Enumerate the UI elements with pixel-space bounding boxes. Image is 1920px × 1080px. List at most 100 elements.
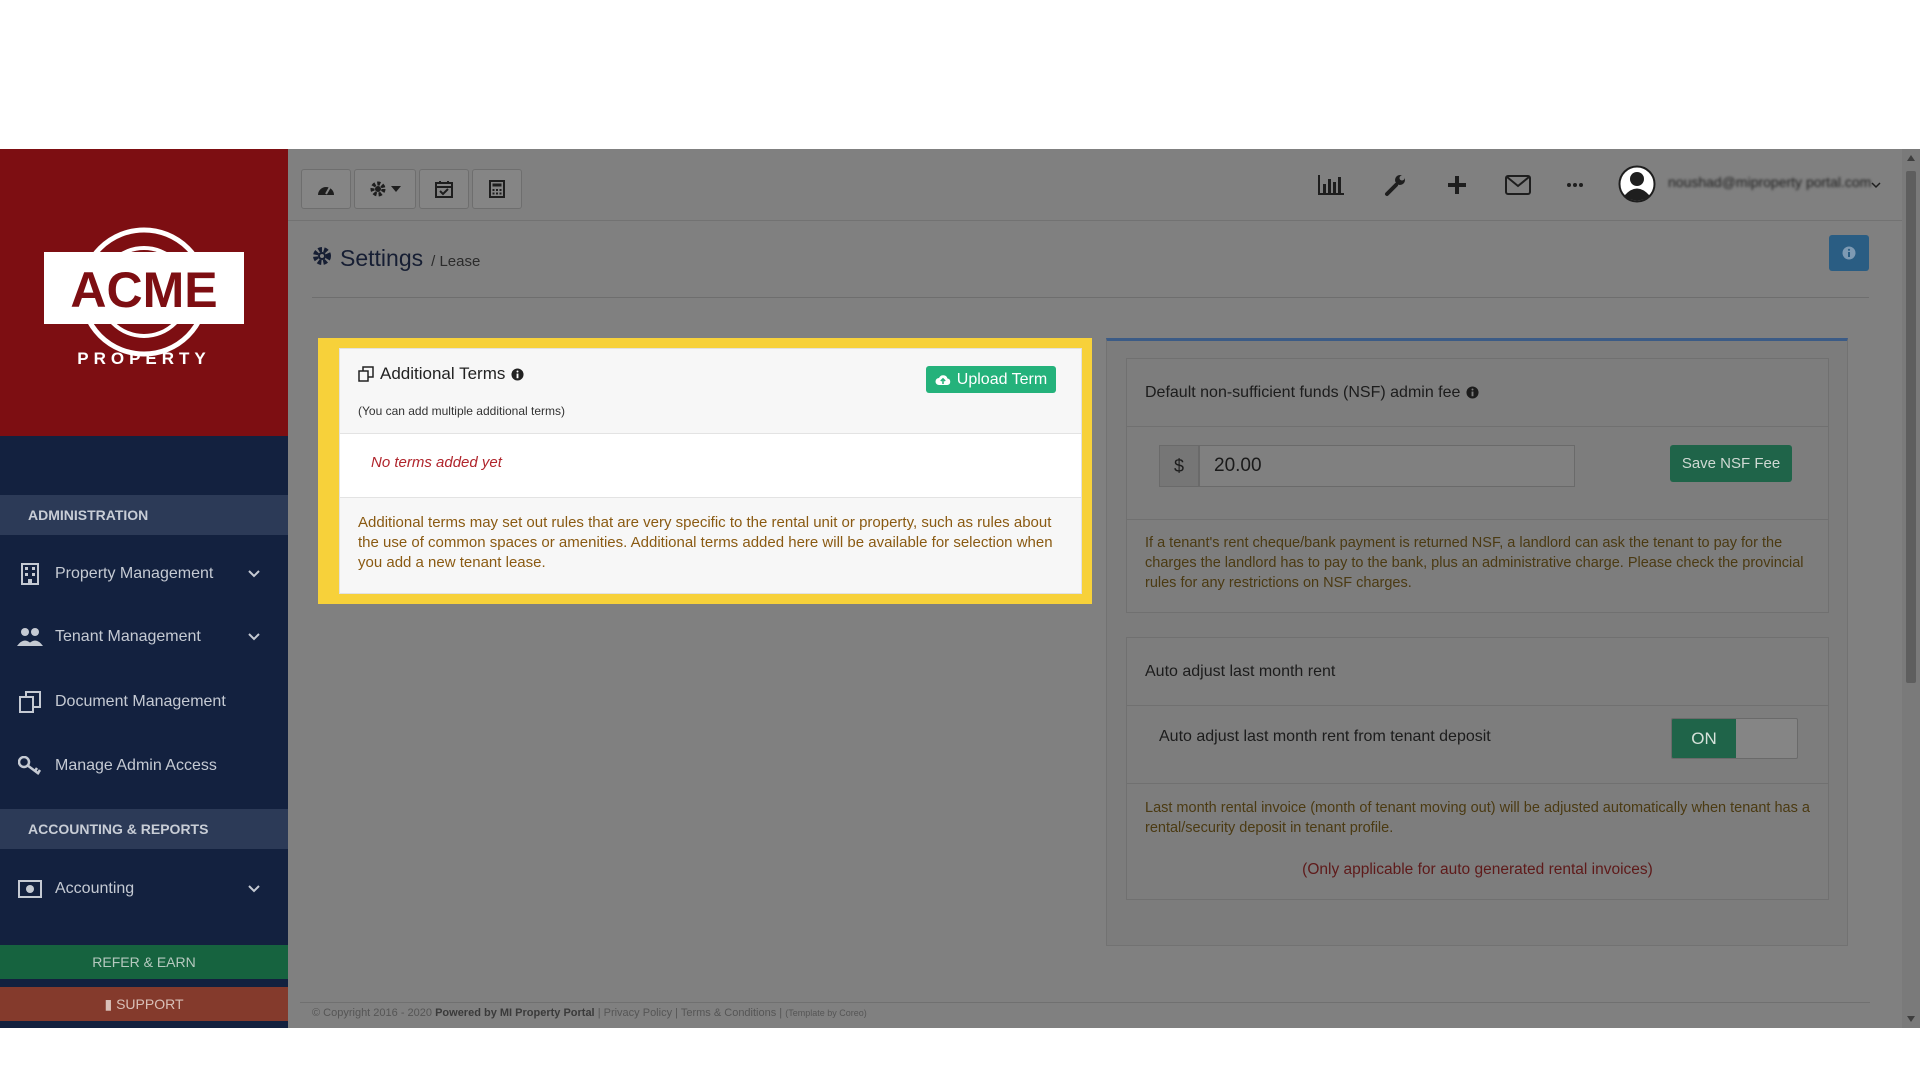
page-title: Settings [340,245,424,271]
sidebar-item-label: Document Management [55,693,226,710]
upload-term-button[interactable]: Upload Term [926,366,1056,393]
avatar[interactable] [1618,165,1656,208]
caret-down-icon [391,186,401,192]
users-icon [17,627,43,647]
documents-icon [358,366,374,382]
auto-adjust-section: Auto adjust last month rent Auto adjust … [1126,637,1829,900]
bar-chart-icon [1318,175,1344,195]
dashboard-button[interactable] [301,169,351,209]
nsf-fee-input[interactable]: 20.00 [1199,445,1575,487]
upload-term-label: Upload Term [956,370,1048,388]
chevron-down-icon [248,628,260,646]
terms-conditions-link[interactable]: Terms & Conditions [681,1007,776,1019]
footer-copyright: © Copyright 2016 - 2020 [312,1007,433,1019]
sidebar-item-label: Tenant Management [55,628,201,645]
auto-adjust-label: Auto adjust last month rent from tenant … [1159,728,1491,745]
calendar-button[interactable] [419,169,469,209]
top-bar: noushad@miproperty portal.com [288,149,1902,221]
toggle-on-label: ON [1672,719,1736,758]
building-icon [17,563,43,585]
additional-terms-description: Additional terms may set out rules that … [340,497,1081,593]
sidebar-item-property-management[interactable]: Property Management [0,546,288,602]
brand-logo[interactable]: ACME PROPERTY [0,149,288,436]
card-title: Additional Terms [358,364,524,384]
svg-text:ACME: ACME [70,262,217,318]
calculator-button[interactable] [472,169,522,209]
info-icon [1842,246,1856,260]
sidebar-item-accounting[interactable]: Accounting [0,861,288,917]
wrench-icon [1385,175,1405,196]
scrollbar-thumb[interactable] [1906,171,1916,683]
empty-state-message: No terms added yet [371,454,502,471]
privacy-policy-link[interactable]: Privacy Policy [604,1007,672,1019]
gear-icon [313,247,331,265]
reports-button[interactable] [1311,167,1351,203]
auto-adjust-note: (Only applicable for auto generated rent… [1302,861,1653,878]
app-frame: ACME PROPERTY ADMINISTRATION Property Ma… [0,149,1920,1028]
scroll-down-arrow-icon[interactable] [1906,1014,1916,1024]
more-button[interactable] [1555,167,1595,203]
messages-button[interactable] [1498,167,1538,203]
nsf-title: Default non-sufficient funds (NSF) admin… [1145,383,1461,401]
tools-button[interactable] [1375,167,1415,203]
acme-logo-icon: ACME PROPERTY [44,227,244,368]
footer-powered-by[interactable]: Powered by MI Property Portal [435,1007,595,1019]
page-footer: © Copyright 2016 - 2020 Powered by MI Pr… [312,1007,867,1019]
chevron-down-icon [248,880,260,898]
additional-terms-card: Additional Terms (You can add multiple a… [339,348,1082,594]
page-heading: Settings / Lease [312,245,480,272]
currency-addon: $ [1159,445,1199,487]
auto-adjust-toggle[interactable]: ON [1671,718,1798,759]
support-label: SUPPORT [116,996,184,1012]
cloud-upload-icon [935,374,951,385]
auto-adjust-title: Auto adjust last month rent [1127,638,1828,706]
user-avatar-icon [1618,165,1656,203]
gear-icon [370,181,386,197]
plus-icon [1448,176,1466,194]
user-email[interactable]: noushad@miproperty portal.com [1668,174,1871,190]
settings-dropdown-button[interactable] [354,169,416,209]
scroll-up-arrow-icon[interactable] [1906,153,1916,163]
breadcrumb[interactable]: / Lease [431,253,480,270]
card-subtitle: (You can add multiple additional terms) [358,404,566,418]
save-nsf-fee-button[interactable]: Save NSF Fee [1670,445,1792,482]
support-button[interactable]: ▮ SUPPORT [0,987,288,1021]
money-icon [17,880,43,898]
info-button[interactable] [1829,235,1869,271]
divider [1127,783,1828,784]
sidebar: ACME PROPERTY ADMINISTRATION Property Ma… [0,149,288,1028]
additional-terms-title: Additional Terms [380,364,506,383]
section-administration: ADMINISTRATION [0,495,288,535]
chevron-down-icon [248,565,260,583]
sidebar-item-tenant-management[interactable]: Tenant Management [0,609,288,665]
section-accounting-reports: ACCOUNTING & REPORTS [0,809,288,849]
book-icon: ▮ [104,996,113,1012]
auto-adjust-description: Last month rental invoice (month of tena… [1145,800,1810,836]
info-icon[interactable] [511,367,524,381]
svg-text:PROPERTY: PROPERTY [77,349,211,368]
ellipsis-icon [1567,183,1583,187]
chevron-down-icon[interactable] [1871,176,1881,194]
calendar-check-icon [435,181,453,198]
envelope-icon [1505,175,1531,195]
page-scrollbar[interactable] [1902,149,1920,1028]
sidebar-item-manage-admin-access[interactable]: Manage Admin Access [0,738,288,794]
divider [300,1002,1870,1003]
sidebar-item-label: Accounting [55,880,135,897]
footer-template-credit: (Template by Coreo) [785,1008,867,1018]
info-icon[interactable] [1466,386,1479,399]
card-header: Additional Terms (You can add multiple a… [340,349,1081,434]
key-icon [17,756,43,776]
nsf-header: Default non-sufficient funds (NSF) admin… [1127,359,1828,427]
nsf-fee-section: Default non-sufficient funds (NSF) admin… [1126,358,1829,613]
sidebar-item-document-management[interactable]: Document Management [0,674,288,730]
refer-earn-button[interactable]: REFER & EARN [0,945,288,979]
add-button[interactable] [1437,167,1477,203]
divider [312,297,1869,298]
sidebar-item-label: Manage Admin Access [55,757,217,774]
sidebar-item-label: Property Management [55,565,214,582]
divider [1127,519,1828,520]
nsf-description: If a tenant's rent cheque/bank payment i… [1145,535,1804,591]
calculator-icon [489,180,505,198]
documents-icon [17,691,43,713]
